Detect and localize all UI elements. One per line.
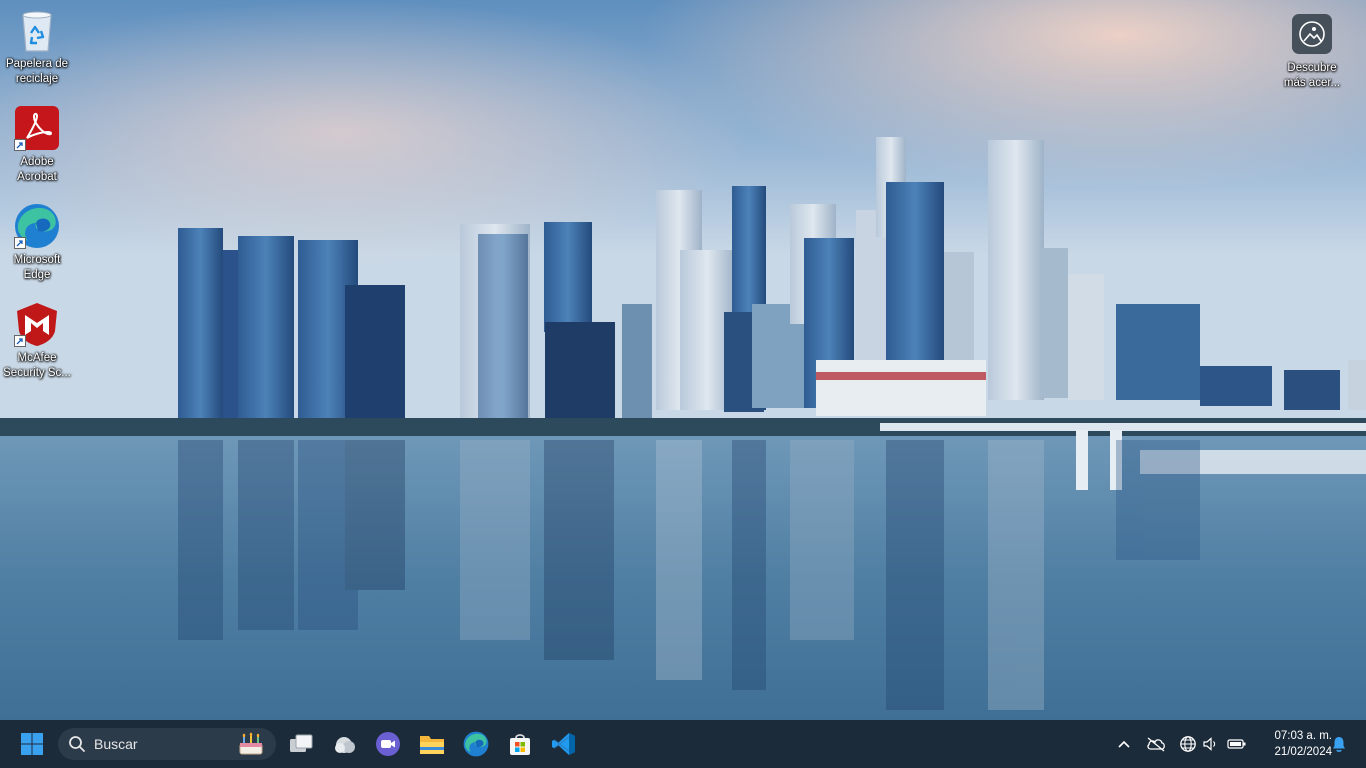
- teams-chat-icon: [376, 732, 400, 756]
- desktop-icon-mcafee[interactable]: McAfee Security Sc...: [0, 300, 74, 381]
- adobe-acrobat-icon: [13, 104, 61, 152]
- start-icon: [21, 733, 43, 755]
- search-highlight-cake-icon: [239, 732, 263, 755]
- clock-time: 07:03 a. m.: [1274, 730, 1332, 742]
- search-placeholder: Buscar: [94, 736, 138, 752]
- store-icon: [510, 734, 530, 755]
- desktop-icon-label: Microsoft Edge: [13, 254, 61, 281]
- show-hidden-icons-button[interactable]: [1110, 720, 1138, 768]
- onedrive-offline-icon: [1147, 737, 1165, 752]
- network-language-button[interactable]: [1176, 720, 1200, 768]
- edge-icon: [463, 731, 489, 757]
- volume-icon: [1203, 737, 1216, 751]
- shortcut-arrow-icon: [14, 335, 26, 347]
- spotlight-icon: [1288, 10, 1336, 58]
- taskbar: Buscar 07:03 a. m. 21/02/2024: [0, 720, 1366, 768]
- start-button[interactable]: [12, 724, 52, 764]
- desktop-icon-label: McAfee Security Sc...: [3, 352, 71, 379]
- desktop-icon-recycle-bin[interactable]: Papelera de reciclaje: [0, 6, 74, 87]
- battery-button[interactable]: [1224, 720, 1250, 768]
- volume-button[interactable]: [1200, 720, 1222, 768]
- vscode-icon: [552, 733, 575, 755]
- desktop-icon-spotlight[interactable]: Descubre más acer...: [1275, 10, 1349, 91]
- notification-bell-icon: [1333, 737, 1345, 752]
- desktop-icon-microsoft-edge[interactable]: Microsoft Edge: [0, 202, 74, 283]
- widgets-button[interactable]: [325, 724, 365, 764]
- widgets-icon: [335, 737, 355, 753]
- teams-chat-button[interactable]: [368, 724, 408, 764]
- task-view-icon: [290, 734, 313, 752]
- shortcut-arrow-icon: [14, 139, 26, 151]
- edge-taskbar-button[interactable]: [456, 724, 496, 764]
- desktop-icon-adobe-acrobat[interactable]: Adobe Acrobat: [0, 104, 74, 185]
- desktop-wallpaper: [0, 0, 1366, 720]
- desktop-icon-label: Adobe Acrobat: [17, 156, 57, 183]
- task-view-button[interactable]: [281, 724, 321, 764]
- search-icon: [69, 736, 85, 752]
- notifications-button[interactable]: [1328, 720, 1350, 768]
- battery-icon: [1227, 739, 1246, 749]
- language-globe-icon: [1180, 736, 1196, 752]
- shortcut-arrow-icon: [14, 237, 26, 249]
- mcafee-icon: [13, 300, 61, 348]
- recycle-bin-icon: [13, 6, 61, 54]
- clock-button[interactable]: 07:03 a. m. 21/02/2024: [1252, 728, 1332, 760]
- desktop-icon-label: Descubre más acer...: [1283, 62, 1341, 89]
- file-explorer-icon: [420, 736, 444, 754]
- file-explorer-button[interactable]: [412, 724, 452, 764]
- desktop-icon-label: Papelera de reciclaje: [5, 58, 69, 85]
- onedrive-status-button[interactable]: [1142, 720, 1170, 768]
- clock-date: 21/02/2024: [1274, 746, 1332, 758]
- vscode-button[interactable]: [544, 724, 584, 764]
- chevron-up-icon: [1118, 740, 1130, 748]
- store-button[interactable]: [500, 724, 540, 764]
- edge-icon: [13, 202, 61, 250]
- search-input[interactable]: Buscar: [58, 728, 276, 760]
